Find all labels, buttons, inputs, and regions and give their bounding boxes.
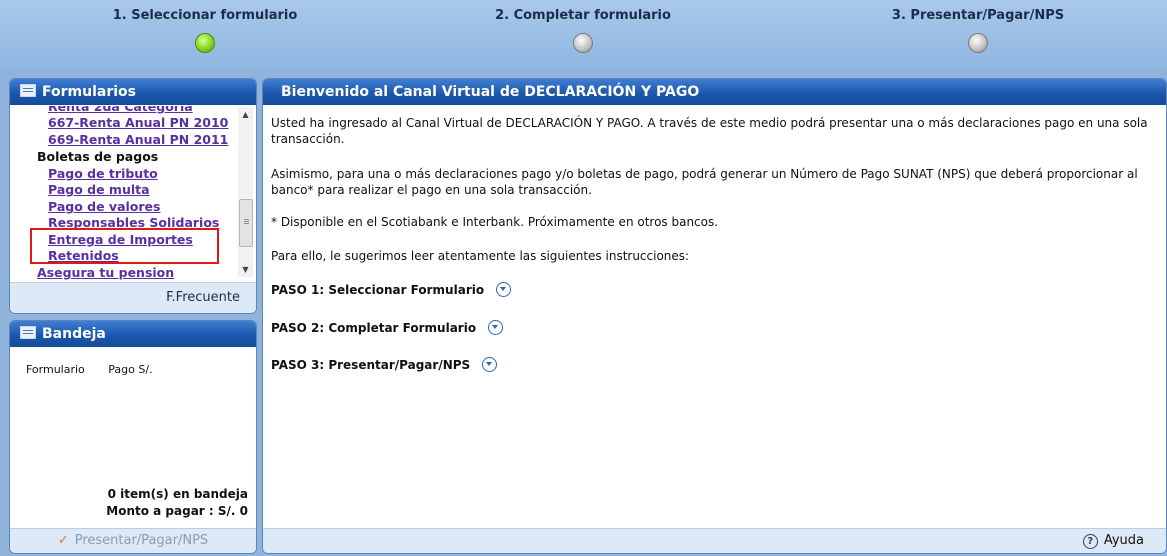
paso-3-label: PASO 3: Presentar/Pagar/NPS [271,358,471,372]
main-title: Bienvenido al Canal Virtual de DECLARACI… [281,84,700,100]
ayuda-label: Ayuda [1103,533,1144,548]
form-list-icon [20,84,36,97]
paso-1-label: PASO 1: Seleccionar Formulario [271,283,485,297]
scroll-down-arrow-icon[interactable]: ▼ [238,262,253,277]
step-1-indicator-icon [195,33,215,53]
f-frecuente-link[interactable]: F.Frecuente [166,290,240,305]
bandeja-summary: 0 item(s) en bandeja Monto a pagar : S/.… [106,486,248,520]
highlight-box [30,228,219,264]
intro-paragraph-1: Usted ha ingresado al Canal Virtual de D… [271,116,1148,146]
formularios-title: Formularios [42,84,136,100]
intro-paragraph-2: Asimismo, para una o más declaraciones p… [271,167,1138,197]
paso-1-expand-icon[interactable] [496,282,512,297]
main-body: Usted ha ingresado al Canal Virtual de D… [263,106,1166,526]
list-item-pago-de-valores[interactable]: Pago de valores [48,199,160,214]
presentar-pagar-label: Presentar/Pagar/NPS [74,533,209,548]
scroll-up-arrow-icon[interactable]: ▲ [238,107,253,122]
step-1: 1. Seleccionar formulario [55,8,355,53]
formularios-scrollbar[interactable]: ▲ ▼ [238,107,253,277]
formularios-header: Formularios [10,79,256,105]
monto-a-pagar: Monto a pagar : S/. 0 [106,504,248,518]
intro-paragraph-4: Para ello, le sugerimos leer atentamente… [271,249,690,263]
step-1-label: 1. Seleccionar formulario [112,8,298,23]
formularios-footer: F.Frecuente [10,282,256,313]
main-footer: ? Ayuda [263,528,1166,553]
paso-3[interactable]: PASO 3: Presentar/Pagar/NPS [271,357,498,372]
step-2: 2. Completar formulario [433,8,733,53]
bandeja-header: Bandeja [10,321,256,347]
list-item-pago-de-multa[interactable]: Pago de multa [48,182,150,197]
paso-2-label: PASO 2: Completar Formulario [271,321,477,335]
bandeja-panel: Bandeja Formulario Pago S/. 0 item(s) en… [9,320,257,554]
ayuda-link[interactable]: ? Ayuda [1082,533,1144,549]
list-item-asegura-tu-pension[interactable]: Asegura tu pension [37,265,174,280]
formularios-list[interactable]: Renta 2da Categoria 667-Renta Anual PN 2… [10,106,256,282]
check-icon: ✓ [57,533,69,548]
group-boletas-de-pagos: Boletas de pagos [37,149,159,164]
bandeja-columns: Formulario Pago S/. [26,363,173,376]
presentar-pagar-button[interactable]: ✓ Presentar/Pagar/NPS [10,528,256,553]
paso-3-expand-icon[interactable] [482,357,498,372]
items-count: 0 item(s) en bandeja [107,487,248,501]
step-2-indicator-icon [573,33,593,53]
paso-2[interactable]: PASO 2: Completar Formulario [271,320,504,335]
tray-icon [20,326,36,339]
step-3: 3. Presentar/Pagar/NPS [828,8,1128,53]
main-header: Bienvenido al Canal Virtual de DECLARACI… [263,79,1166,105]
step-3-indicator-icon [968,33,988,53]
formularios-panel: Formularios Renta 2da Categoria 667-Rent… [9,78,257,314]
main-panel: Bienvenido al Canal Virtual de DECLARACI… [262,78,1167,554]
col-formulario: Formulario [26,363,85,376]
paso-1[interactable]: PASO 1: Seleccionar Formulario [271,282,512,297]
list-item-pago-de-tributo[interactable]: Pago de tributo [48,166,158,181]
intro-paragraph-3: * Disponible en el Scotiabank e Interban… [271,215,719,229]
help-icon: ? [1082,534,1098,549]
bandeja-title: Bandeja [42,326,106,342]
list-item-669[interactable]: 669-Renta Anual PN 2011 [48,132,228,147]
list-item-667[interactable]: 667-Renta Anual PN 2010 [48,115,228,130]
step-3-label: 3. Presentar/Pagar/NPS [891,8,1065,23]
scroll-thumb[interactable] [239,199,253,247]
step-2-label: 2. Completar formulario [495,8,671,23]
paso-2-expand-icon[interactable] [488,320,504,335]
list-item-renta-2da[interactable]: Renta 2da Categoria [48,106,193,114]
col-pago: Pago S/. [108,363,153,376]
step-bar: 1. Seleccionar formulario 2. Completar f… [0,0,1167,70]
